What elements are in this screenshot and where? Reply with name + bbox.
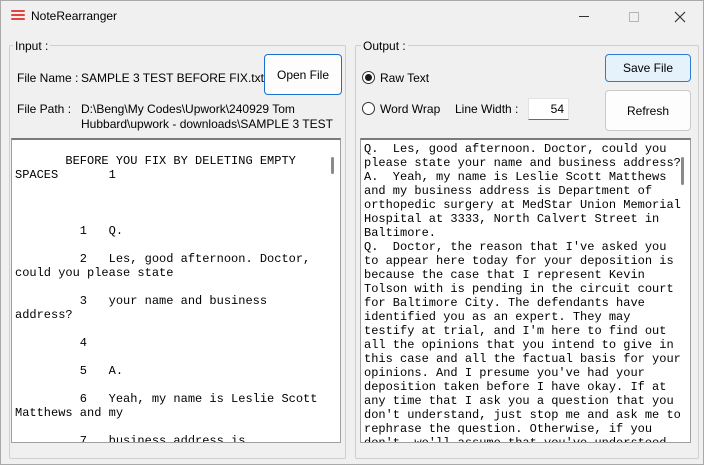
input-text-line: 2 Les, good afternoon. Doctor, (15, 252, 311, 266)
input-text-line (15, 378, 340, 392)
app-window: NoteRearranger Input : File Name : SAMPL… (0, 0, 704, 465)
input-text-area[interactable]: BEFORE YOU FIX BY DELETING EMPTY SPACES 1… (11, 138, 341, 443)
word-wrap-radio[interactable] (362, 102, 375, 115)
input-text-line: Matthews and my (15, 406, 124, 420)
output-text-line: for Baltimore City. The defendants have (364, 296, 645, 310)
save-file-button[interactable]: Save File (605, 54, 691, 82)
input-scrollbar-thumb[interactable] (331, 157, 334, 174)
output-group-label: Output : (361, 39, 408, 53)
raw-text-label[interactable]: Raw Text (380, 71, 429, 85)
output-text-line: identified you as an expert. They may (364, 310, 631, 324)
output-text-line: any time that I ask you a question that … (364, 394, 674, 408)
output-text-line: rephrase the question. Otherwise, if you (364, 422, 653, 436)
output-text-line: this case and all the factual basis for … (364, 352, 681, 366)
input-text-line (15, 420, 340, 434)
input-text-line: address? (15, 308, 73, 322)
input-text-line (15, 210, 340, 224)
close-icon (674, 11, 686, 22)
input-text-line: 1 Q. (15, 224, 124, 238)
window-title: NoteRearranger (31, 9, 118, 23)
input-text-line: 4 (15, 336, 88, 350)
line-width-label: Line Width : (455, 102, 519, 116)
input-text-line (15, 196, 340, 210)
input-text-line: could you please state (15, 266, 174, 280)
input-text-line: 7 business address is (15, 434, 246, 443)
raw-text-radio[interactable] (362, 71, 375, 84)
output-text-line: please state your name and business addr… (364, 156, 681, 170)
file-path-label: File Path : (17, 102, 72, 116)
title-bar[interactable]: NoteRearranger (1, 1, 703, 32)
output-scrollbar-thumb[interactable] (681, 157, 684, 185)
output-text-line: and my business address is Department of (364, 184, 653, 198)
output-text-area[interactable]: Q. Les, good afternoon. Doctor, could yo… (360, 138, 691, 443)
output-text-line: Hospital at 3333, North Calvert Street i… (364, 212, 660, 226)
output-text-line: Baltimore. (364, 226, 437, 240)
output-text-line: don't, we'll assume that you've understo… (364, 436, 667, 443)
minimize-button[interactable] (561, 1, 607, 32)
output-text-line: A. Yeah, my name is Leslie Scott Matthew… (364, 170, 667, 184)
output-text-line: Q. Doctor, the reason that I've asked yo… (364, 240, 667, 254)
output-text-line: to appear here today for your deposition… (364, 254, 674, 268)
file-name-label: File Name : (17, 71, 79, 85)
output-text-line: testify at trial, and I'm here to find o… (364, 324, 667, 338)
input-text-line (15, 280, 340, 294)
file-name-value: SAMPLE 3 TEST BEFORE FIX.txt (81, 71, 264, 85)
input-text-line (15, 350, 340, 364)
input-text-line (15, 322, 340, 336)
close-button[interactable] (657, 1, 703, 32)
maximize-button[interactable] (611, 1, 657, 32)
app-lines-icon (11, 9, 25, 23)
input-group-label: Input : (13, 39, 51, 53)
refresh-button[interactable]: Refresh (605, 90, 691, 131)
maximize-icon (629, 11, 639, 22)
output-text-line: because the case that I represent Kevin (364, 268, 645, 282)
word-wrap-label[interactable]: Word Wrap (380, 102, 440, 116)
input-text-line: BEFORE YOU FIX BY DELETING EMPTY (15, 154, 296, 168)
output-text-line: don't understand, just stop me and ask m… (364, 408, 681, 422)
input-text-line: SPACES 1 (15, 168, 116, 182)
open-file-button[interactable]: Open File (264, 54, 342, 95)
file-path-value-line2: Hubbard\upwork - downloads\SAMPLE 3 TEST (81, 117, 333, 131)
input-text-line: 3 your name and business (15, 294, 268, 308)
output-text-line: all the opinions that you intend to give… (364, 338, 674, 352)
output-text-line: deposition taken before I have okay. If … (364, 380, 667, 394)
input-text-line (15, 238, 340, 252)
output-text-line: Q. Les, good afternoon. Doctor, could yo… (364, 142, 667, 156)
output-text-line: orthopedic surgery at MedStar Union Memo… (364, 198, 681, 212)
line-width-input[interactable]: 54 (528, 98, 569, 120)
input-text-line (15, 182, 340, 196)
input-text-line: 5 A. (15, 364, 124, 378)
output-text-line: Tolson with is pending in the circuit co… (364, 282, 674, 296)
file-path-value-line1: D:\Beng\My Codes\Upwork\240929 Tom (81, 102, 295, 116)
input-text-line: 6 Yeah, my name is Leslie Scott (15, 392, 318, 406)
minimize-icon (579, 16, 589, 17)
output-text-line: opinions. And I presume you've had your (364, 366, 645, 380)
